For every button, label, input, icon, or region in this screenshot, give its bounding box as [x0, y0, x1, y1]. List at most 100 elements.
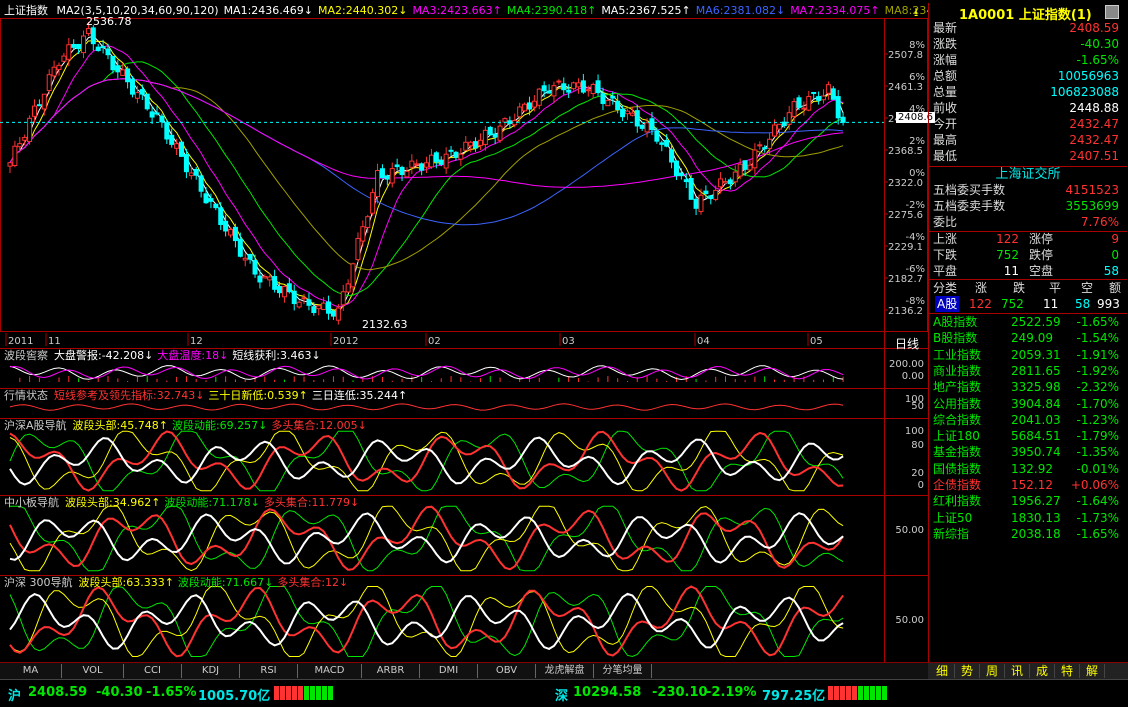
index-row-8[interactable]: 基金指数 3950.74 -1.35% [933, 445, 1123, 460]
ma-legend-0: MA2(3,5,10,20,34,60,90,120) [56, 4, 219, 17]
pane-item-4-2: 多头集合:12↓ [277, 576, 349, 589]
tab-7[interactable]: DMI [420, 664, 478, 678]
pane-legend-4: 沪深 300导航 波段头部:63.333↑ 波段动能:71.667↓ 多头集合:12↓ [4, 576, 352, 589]
breadth-cell [840, 686, 845, 700]
candle-body [575, 82, 581, 88]
candle-body [130, 78, 136, 95]
candle-body [776, 123, 782, 130]
right-tab-2[interactable]: 周 [980, 664, 1005, 678]
candle-body [375, 170, 381, 198]
right-tab-6[interactable]: 解 [1080, 664, 1105, 678]
candle-body [443, 153, 449, 169]
candle-body [237, 238, 243, 257]
pane-item-0-1: 大盘温度:18↓ [157, 349, 229, 362]
index-row-5[interactable]: 公用指数 3904.84 -1.70% [933, 397, 1123, 412]
candle-body [713, 189, 719, 200]
breadth-cell [328, 686, 333, 700]
candle-body [110, 55, 116, 71]
index-row-12[interactable]: 上证50 1830.13 -1.73% [933, 511, 1123, 526]
class-row-label: A股 [935, 296, 960, 312]
candle-body [242, 257, 248, 261]
tab-4[interactable]: RSI [240, 664, 298, 678]
tab-0[interactable]: MA [0, 664, 62, 678]
right-tab-3[interactable]: 讯 [1005, 664, 1030, 678]
sz-amount: 797.25亿 [762, 689, 826, 704]
tab-3[interactable]: KDJ [182, 664, 240, 678]
pane-axis-2-2: 20 [911, 468, 924, 479]
book-value: 4151523 [1065, 183, 1119, 197]
tab-8[interactable]: OBV [478, 664, 536, 678]
candle-body [76, 43, 82, 50]
quote-panel: 1A0001 上证指数(1) 最新 2408.59 涨跌 -40.30 涨幅 -1.65%… [928, 3, 1127, 662]
index-row-3[interactable]: 商业指数 2811.65 -1.92% [933, 364, 1123, 379]
quote-value: 2448.88 [1069, 101, 1119, 115]
ma-legend-7: MA7:2334.075↑ [790, 4, 880, 17]
index-row-7[interactable]: 上证180 5684.51 -1.79% [933, 429, 1123, 444]
tab-10[interactable]: 分笔均量 [594, 664, 652, 678]
breadth-value: 58 [1103, 264, 1119, 278]
breadth-cell [316, 686, 321, 700]
index-pct: -1.54% [1076, 331, 1119, 346]
window-icon[interactable] [1105, 5, 1119, 19]
index-row-1[interactable]: B股指数 249.09 -1.54% [933, 331, 1123, 346]
pane-axis-4-0: 50.00 [895, 615, 924, 626]
scroll-icon[interactable]: ⭳ [914, 3, 918, 24]
candle-body [458, 153, 464, 160]
candle-body [605, 99, 611, 107]
price-tick-0: 2507.8 [888, 50, 923, 61]
candle-body [188, 172, 194, 177]
chart-canvas[interactable]: 2507.82461.32414.92368.52322.02275.62229… [0, 0, 928, 662]
candle-body [379, 168, 385, 178]
breadth-cell [274, 686, 279, 700]
index-row-11[interactable]: 红利指数 1956.27 -1.64% [933, 494, 1123, 509]
index-value: 3950.74 [1011, 445, 1061, 460]
index-name: 国债指数 [933, 461, 982, 476]
candle-body [360, 226, 366, 242]
pane-item-2-2: 多头集合:12.005↓ [271, 419, 367, 432]
breadth-row-0: 上涨 122 涨停 9 [933, 232, 1123, 247]
ma-legend-1: MA1:2436.469↓ [223, 4, 313, 17]
pct-tick-8: -8% [906, 296, 925, 307]
index-row-6[interactable]: 综合指数 2041.03 -1.23% [933, 413, 1123, 428]
index-row-10[interactable]: 企债指数 152.12 +0.06% [933, 478, 1123, 493]
class-header-cell: 平 [1049, 281, 1062, 295]
candle-body [404, 170, 410, 178]
tab-6[interactable]: ARBR [362, 664, 420, 678]
book-row-1: 五档委卖手数 3553699 [933, 199, 1123, 214]
quote-label: 涨幅 [933, 53, 958, 67]
pane-item-2-0: 波段头部:45.748↑ [72, 419, 168, 432]
sz-percent: -2.19% [706, 685, 757, 700]
index-row-0[interactable]: A股指数 2522.59 -1.65% [933, 315, 1123, 330]
exchange-label: 上海证交所 [995, 167, 1061, 182]
candle-body [389, 168, 395, 184]
index-pct: -0.01% [1076, 461, 1119, 476]
candle-body [816, 96, 822, 101]
right-tab-1[interactable]: 势 [955, 664, 980, 678]
candle-body [179, 141, 185, 157]
tab-2[interactable]: CCI [124, 664, 182, 678]
class-flat: 11 [1043, 297, 1059, 311]
pct-tick-5: -2% [906, 200, 925, 211]
index-value: 1956.27 [1011, 494, 1061, 509]
index-row-4[interactable]: 地产指数 3325.98 -2.32% [933, 380, 1123, 395]
index-row-13[interactable]: 新综指 2038.18 -1.65% [933, 527, 1123, 542]
class-header-cell: 跌 [1013, 281, 1026, 295]
index-row-2[interactable]: 工业指数 2059.31 -1.91% [933, 348, 1123, 363]
candle-body [345, 283, 351, 293]
right-tab-0[interactable]: 细 [930, 664, 955, 678]
breadth-label: 空盘 [1029, 264, 1054, 278]
tab-5[interactable]: MACD [298, 664, 362, 678]
breadth-cell [286, 686, 291, 700]
index-row-9[interactable]: 国债指数 132.92 -0.01% [933, 462, 1123, 477]
right-tab-5[interactable]: 特 [1055, 664, 1080, 678]
quote-label: 最新 [933, 21, 958, 35]
candle-body [477, 139, 483, 146]
breadth-cell [304, 686, 309, 700]
class-row[interactable]: A股 122 752 11 58 993 [929, 296, 1127, 312]
tab-1[interactable]: VOL [62, 664, 124, 678]
quote-value: -40.30 [1080, 37, 1119, 51]
candle-body [139, 89, 145, 95]
tab-9[interactable]: 龙虎解盘 [536, 664, 594, 678]
right-tab-4[interactable]: 成 [1030, 664, 1055, 678]
index-pct: -1.23% [1076, 412, 1119, 427]
